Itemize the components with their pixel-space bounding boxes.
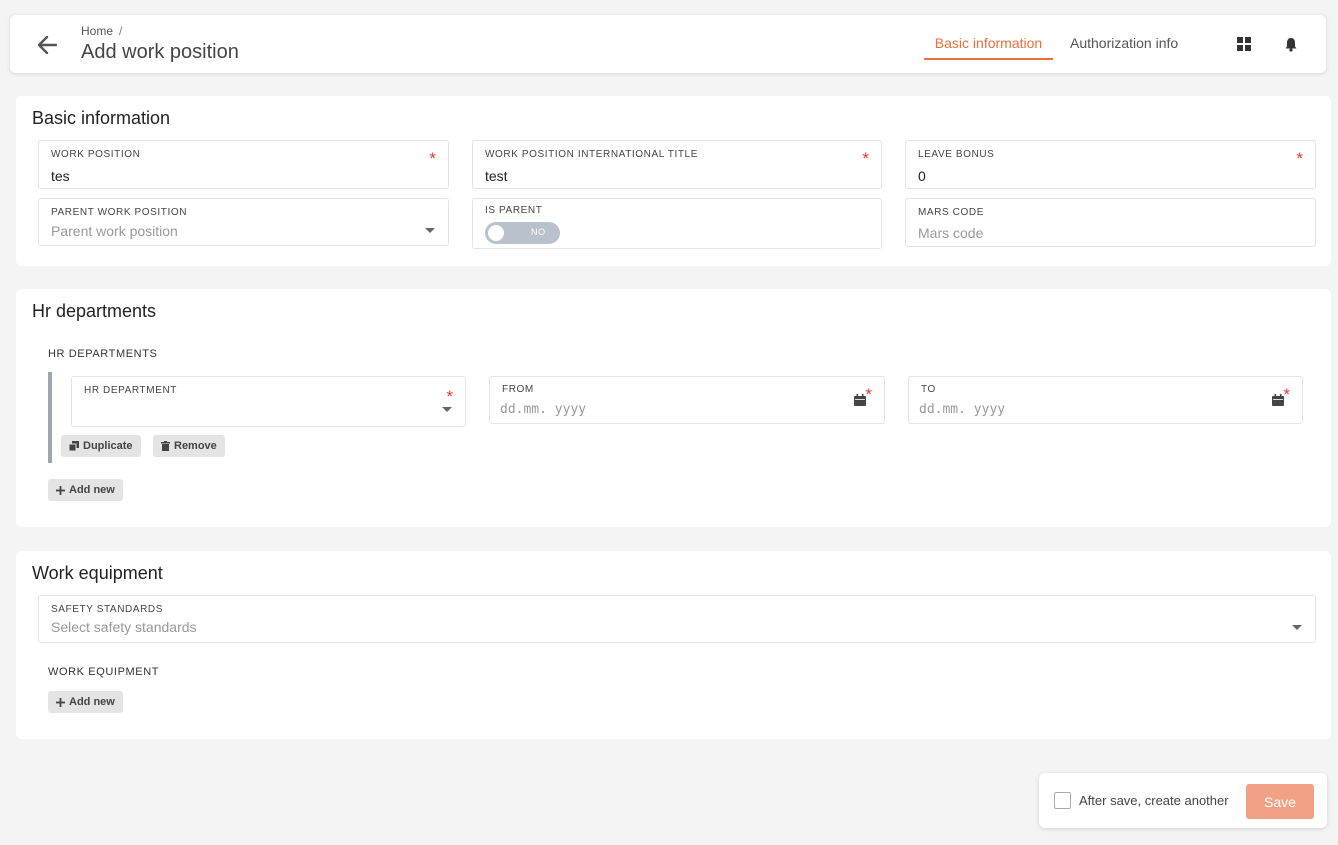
repeater-bar	[48, 372, 52, 463]
grid-icon[interactable]	[1235, 35, 1253, 53]
safety-standards-placeholder: Select safety standards	[51, 619, 197, 635]
breadcrumb: Home /	[81, 24, 122, 38]
required-marker: *	[865, 385, 872, 404]
work-equipment-sublabel: WORK EQUIPMENT	[48, 666, 160, 678]
toggle-knob	[488, 225, 504, 241]
save-footer: After save, create another Save	[1039, 773, 1327, 828]
add-new-label: Add new	[69, 484, 115, 496]
bell-icon[interactable]	[1282, 35, 1300, 53]
hr-department-label: HR DEPARTMENT	[84, 385, 177, 396]
intl-title-label: WORK POSITION INTERNATIONAL TITLE	[485, 149, 698, 160]
copy-icon	[69, 441, 79, 451]
plus-icon	[56, 485, 65, 495]
create-another-checkbox[interactable]	[1054, 792, 1071, 809]
leave-bonus-label: LEAVE BONUS	[918, 149, 995, 160]
chevron-down-icon[interactable]	[425, 228, 435, 233]
equipment-add-new-button[interactable]: Add new	[48, 691, 123, 713]
basic-information-card: Basic information WORK POSITION tes * WO…	[16, 96, 1331, 266]
to-placeholder: dd.mm. yyyy	[919, 402, 1006, 417]
mars-code-field[interactable]: MARS CODE Mars code	[905, 198, 1316, 247]
save-button[interactable]: Save	[1246, 784, 1314, 819]
mars-code-label: MARS CODE	[918, 207, 984, 218]
duplicate-button[interactable]: Duplicate	[61, 435, 141, 457]
work-position-field[interactable]: WORK POSITION tes *	[38, 140, 449, 189]
hr-departments-title: Hr departments	[32, 301, 157, 321]
leave-bonus-field[interactable]: LEAVE BONUS 0 *	[905, 140, 1316, 189]
remove-button[interactable]: Remove	[153, 435, 225, 457]
is-parent-field: IS PARENT NO	[472, 198, 882, 249]
hr-add-new-button[interactable]: Add new	[48, 479, 123, 501]
trash-icon	[161, 441, 170, 451]
safety-standards-select[interactable]: SAFETY STANDARDS Select safety standards	[38, 595, 1316, 643]
breadcrumb-separator: /	[119, 24, 123, 38]
is-parent-label: IS PARENT	[485, 205, 543, 216]
hr-departments-sublabel: HR DEPARTMENTS	[48, 348, 158, 360]
create-another-label[interactable]: After save, create another	[1079, 793, 1229, 808]
page-title: Add work position	[81, 41, 239, 63]
work-equipment-card: Work equipment SAFETY STANDARDS Select s…	[16, 551, 1331, 739]
required-marker: *	[446, 387, 453, 406]
tab-basic-information[interactable]: Basic information	[924, 35, 1053, 60]
back-arrow-icon[interactable]	[34, 32, 60, 58]
chevron-down-icon[interactable]	[1292, 625, 1302, 630]
hr-department-select[interactable]: HR DEPARTMENT *	[71, 376, 466, 427]
basic-information-title: Basic information	[32, 108, 171, 128]
parent-work-position-select[interactable]: PARENT WORK POSITION Parent work positio…	[38, 198, 449, 246]
required-marker: *	[429, 149, 436, 168]
breadcrumb-home[interactable]: Home	[81, 24, 113, 38]
intl-title-field[interactable]: WORK POSITION INTERNATIONAL TITLE test *	[472, 140, 882, 189]
required-marker: *	[862, 149, 869, 168]
work-position-label: WORK POSITION	[51, 149, 141, 160]
toggle-state-text: NO	[531, 227, 546, 237]
from-date-field[interactable]: FROM dd.mm. yyyy *	[489, 376, 885, 424]
is-parent-toggle[interactable]: NO	[485, 222, 560, 244]
required-marker: *	[1296, 149, 1303, 168]
remove-label: Remove	[174, 440, 217, 452]
from-label: FROM	[502, 384, 534, 395]
add-new-label: Add new	[69, 696, 115, 708]
from-placeholder: dd.mm. yyyy	[500, 402, 587, 417]
safety-standards-label: SAFETY STANDARDS	[51, 604, 164, 615]
plus-icon	[56, 697, 65, 707]
duplicate-label: Duplicate	[83, 440, 133, 452]
to-date-field[interactable]: TO dd.mm. yyyy *	[908, 376, 1303, 424]
to-label: TO	[921, 384, 936, 395]
parent-work-position-label: PARENT WORK POSITION	[51, 207, 188, 218]
hr-departments-card: Hr departments HR DEPARTMENTS HR DEPARTM…	[16, 289, 1331, 527]
mars-code-placeholder: Mars code	[918, 225, 984, 241]
work-position-value[interactable]: tes	[51, 168, 70, 184]
parent-work-position-placeholder: Parent work position	[51, 223, 178, 239]
work-equipment-title: Work equipment	[32, 563, 163, 583]
tab-authorization-info[interactable]: Authorization info	[1070, 35, 1178, 60]
leave-bonus-value[interactable]: 0	[918, 168, 926, 184]
page-header: Home / Add work position Basic informatio…	[10, 15, 1326, 73]
chevron-down-icon[interactable]	[442, 407, 452, 412]
intl-title-value[interactable]: test	[485, 168, 508, 184]
required-marker: *	[1283, 385, 1290, 404]
